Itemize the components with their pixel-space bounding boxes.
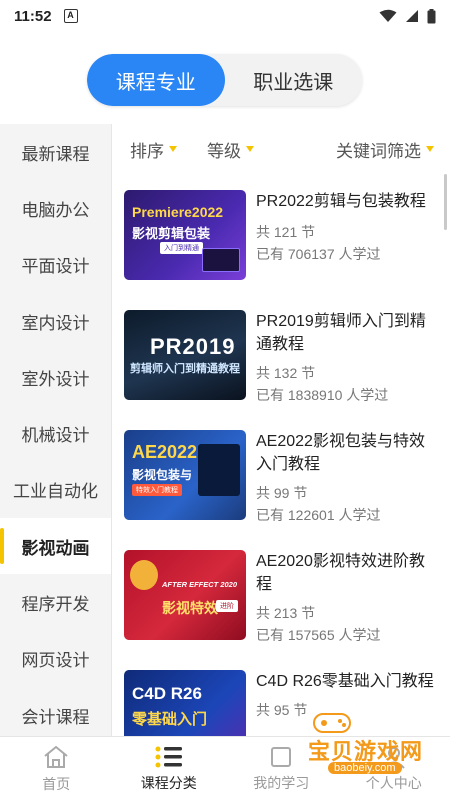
status-time: 11:52	[14, 7, 52, 25]
category-tab-switch: 课程专业 职业选课	[87, 54, 362, 106]
sidebar-item-interior-design[interactable]: 室内设计	[0, 293, 111, 349]
level-filter[interactable]: 等级	[207, 137, 254, 162]
course-learners: 已有 122601 人学过	[256, 507, 381, 523]
battery-icon	[427, 8, 436, 23]
thumb-subtitle: 剪辑师入门到精通教程	[130, 363, 240, 375]
course-title: C4D R26零基础入门教程	[256, 673, 434, 690]
course-title: AE2022影视包装与特效入门教程	[256, 433, 425, 473]
keyword-filter-label: 关键词筛选	[336, 141, 421, 161]
course-info: PR2019剪辑师入门到精通教程 共 132 节 已有 1838910 人学过	[256, 310, 436, 418]
course-learners: 已有 157565 人学过	[256, 627, 381, 643]
thumb-monitor-graphic	[202, 248, 240, 272]
course-lessons: 共 121 节	[256, 224, 316, 240]
course-item[interactable]: AE2022 影视包装与 特效入门教程 AE2022影视包装与特效入门教程 共 …	[124, 430, 444, 523]
thumb-subtitle: 零基础入门	[132, 711, 208, 728]
filter-bar: 排序 等级 关键词筛选	[112, 124, 450, 174]
keyword-filter[interactable]: 关键词筛选	[336, 137, 434, 162]
course-lessons: 共 99 节	[256, 485, 308, 501]
course-item[interactable]: AFTER EFFECT 2020 影视特效 进阶 AE2020影视特效进阶教程…	[124, 550, 444, 643]
category-list-icon	[155, 746, 182, 767]
wifi-icon	[379, 9, 397, 22]
home-icon	[44, 745, 68, 768]
nav-home[interactable]: 首页	[0, 737, 113, 800]
category-sidebar: 最新课程 电脑办公 平面设计 室内设计 室外设计 机械设计 工业自动化 影视动画…	[0, 124, 112, 736]
status-bar: 11:52 A	[0, 0, 450, 32]
thumb-subtitle: 影视剪辑包装	[132, 226, 211, 241]
level-dropdown-icon	[246, 146, 254, 152]
thumb-tag: 特效入门教程	[132, 484, 182, 496]
thumb-title: PR2019	[150, 334, 236, 359]
course-title: AE2020影视特效进阶教程	[256, 553, 425, 593]
course-thumbnail: PR2019 剪辑师入门到精通教程	[124, 310, 246, 400]
sidebar-item-programming[interactable]: 程序开发	[0, 574, 111, 630]
course-lessons: 共 132 节	[256, 365, 316, 381]
sidebar-item-industrial-automation[interactable]: 工业自动化	[0, 462, 111, 518]
level-filter-label: 等级	[207, 141, 241, 161]
sidebar-item-graphic-design[interactable]: 平面设计	[0, 237, 111, 293]
sidebar-item-exterior-design[interactable]: 室外设计	[0, 349, 111, 405]
thumb-title: AE2022	[132, 442, 198, 462]
tab-career-select[interactable]: 职业选课	[225, 54, 363, 106]
course-list: Premiere2022 影视剪辑包装 入门到精通 PR2022剪辑与包装教程 …	[112, 174, 450, 736]
nav-home-label: 首页	[42, 775, 71, 792]
sort-filter[interactable]: 排序	[130, 137, 177, 162]
sidebar-item-accounting[interactable]: 会计课程	[0, 687, 111, 743]
nav-course-category-label: 课程分类	[140, 774, 197, 791]
thumb-subtitle: 影视特效	[162, 600, 218, 616]
course-item[interactable]: PR2019 剪辑师入门到精通教程 PR2019剪辑师入门到精通教程 共 132…	[124, 310, 444, 403]
course-thumbnail: AFTER EFFECT 2020 影视特效 进阶	[124, 550, 246, 640]
sidebar-item-latest[interactable]: 最新课程	[0, 124, 111, 180]
signal-icon	[406, 10, 418, 22]
gamepad-logo-icon	[313, 713, 351, 733]
course-thumbnail: AE2022 影视包装与 特效入门教程	[124, 430, 246, 520]
course-title: PR2019剪辑师入门到精通教程	[256, 313, 426, 353]
sidebar-item-office[interactable]: 电脑办公	[0, 180, 111, 236]
course-thumbnail: Premiere2022 影视剪辑包装 入门到精通	[124, 190, 246, 280]
thumb-title: AFTER EFFECT 2020	[162, 580, 238, 589]
nav-course-category[interactable]: 课程分类	[113, 737, 226, 800]
thumb-title: Premiere2022	[132, 204, 224, 220]
thumb-particle-graphic	[198, 444, 240, 496]
course-info: AE2022影视包装与特效入门教程 共 99 节 已有 122601 人学过	[256, 430, 436, 538]
keyword-dropdown-icon	[426, 146, 434, 152]
watermark: 宝贝游戏网 baobeiy.com	[290, 706, 440, 776]
sidebar-item-web-design[interactable]: 网页设计	[0, 631, 111, 687]
course-learners: 已有 706137 人学过	[256, 246, 381, 262]
course-lessons: 共 213 节	[256, 605, 316, 621]
watermark-url: baobeiy.com	[328, 762, 402, 774]
thumb-subtitle: 影视包装与	[132, 468, 193, 482]
course-item[interactable]: Premiere2022 影视剪辑包装 入门到精通 PR2022剪辑与包装教程 …	[124, 190, 444, 282]
thumb-tag: 进阶	[216, 600, 238, 612]
course-info: PR2022剪辑与包装教程 共 121 节 已有 706137 人学过	[256, 190, 436, 298]
sort-dropdown-icon	[169, 146, 177, 152]
thumb-title: C4D R26	[132, 684, 202, 703]
sidebar-item-mechanical-design[interactable]: 机械设计	[0, 405, 111, 461]
tab-course-major[interactable]: 课程专业	[87, 54, 225, 106]
notification-a-icon: A	[63, 9, 78, 23]
course-learners: 已有 1838910 人学过	[256, 387, 389, 403]
course-thumbnail: C4D R26 零基础入门	[124, 670, 246, 736]
sidebar-item-film-animation[interactable]: 影视动画	[0, 518, 111, 575]
thumb-tag: 入门到精通	[160, 242, 203, 254]
course-info: AE2020影视特效进阶教程 共 213 节 已有 157565 人学过	[256, 550, 436, 658]
list-scrollbar[interactable]	[444, 174, 447, 230]
course-title: PR2022剪辑与包装教程	[256, 193, 426, 210]
sort-filter-label: 排序	[130, 141, 164, 161]
thumb-projector-graphic	[130, 560, 158, 590]
